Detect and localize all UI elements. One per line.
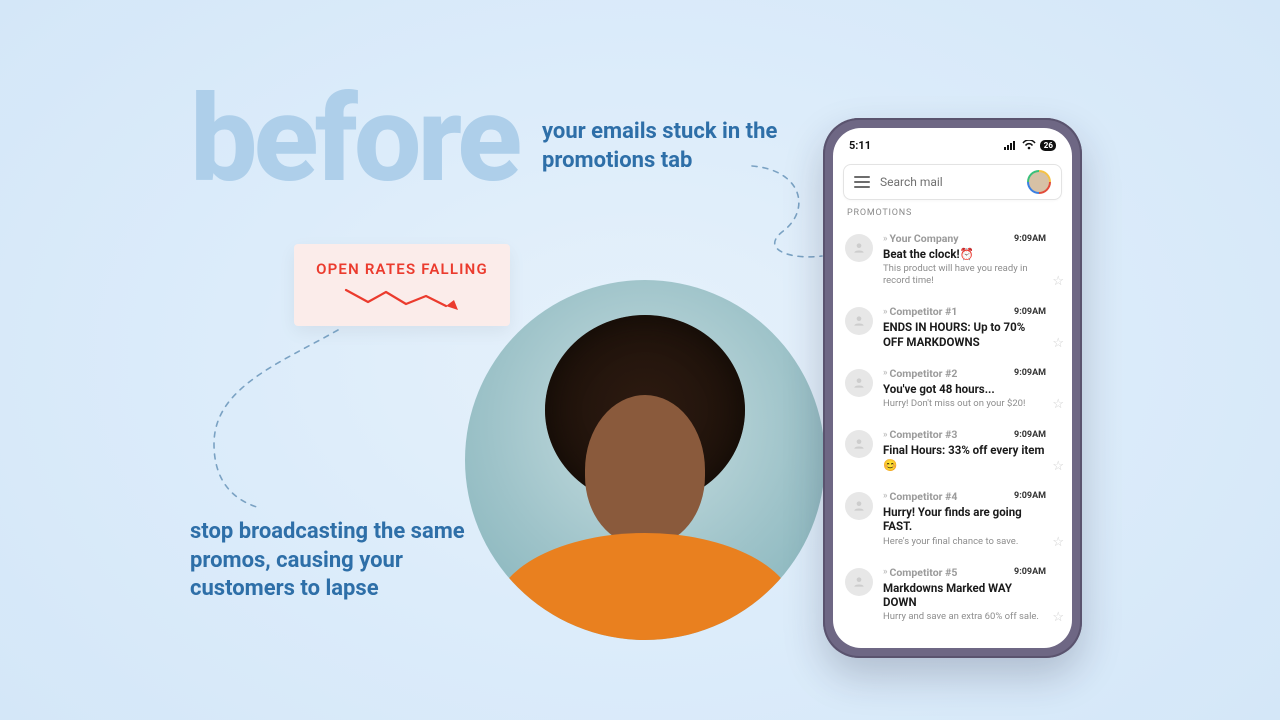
status-time: 5:11 — [849, 139, 871, 152]
mail-sender: »Competitor #2 — [883, 367, 957, 380]
falling-arrow-icon — [342, 284, 462, 310]
marketing-before-slide: before your emails stuck in the promotio… — [0, 0, 1280, 720]
mail-preview: Hurry and save an extra 60% off sale. — [883, 611, 1046, 623]
phone-statusbar: 5:11 26 — [833, 128, 1072, 160]
mail-preview: Here's your final chance to save. — [883, 536, 1046, 548]
chevron-right-icon: » — [883, 368, 886, 378]
mail-time: 9:09AM — [1014, 234, 1046, 244]
star-icon[interactable]: ☆ — [1052, 535, 1064, 550]
sender-avatar — [845, 234, 873, 262]
mail-time: 9:09AM — [1014, 491, 1046, 501]
hamburger-icon[interactable] — [854, 176, 870, 188]
mail-list: »Your Company 9:09AM Beat the clock!⏰ Th… — [833, 224, 1072, 648]
mail-sender: »Competitor #4 — [883, 490, 957, 503]
star-icon[interactable]: ☆ — [1052, 610, 1064, 625]
mail-sender: »Competitor #1 — [883, 305, 957, 318]
star-icon[interactable]: ☆ — [1052, 336, 1064, 351]
mail-sender: »Competitor #5 — [883, 566, 957, 579]
promotions-tab-label: PROMOTIONS — [833, 208, 1072, 224]
mail-sender: »Competitor #3 — [883, 428, 957, 441]
mail-item[interactable]: »Competitor #2 9:09AM You've got 48 hour… — [833, 359, 1072, 420]
wifi-icon — [1022, 140, 1036, 150]
headline-before: before — [190, 70, 518, 210]
mail-time: 9:09AM — [1014, 307, 1046, 317]
mail-item[interactable]: »Competitor #3 9:09AM Final Hours: 33% o… — [833, 420, 1072, 482]
mail-subject: Final Hours: 33% off every item 😊 — [883, 443, 1046, 472]
frustrated-customer-photo — [465, 280, 825, 640]
open-rates-label: OPEN RATES FALLING — [316, 260, 488, 278]
open-rates-badge: OPEN RATES FALLING — [294, 244, 510, 326]
sender-avatar — [845, 568, 873, 596]
mail-preview: This product will have you ready in reco… — [883, 263, 1046, 287]
sender-avatar — [845, 307, 873, 335]
caption-bottom: stop broadcasting the same promos, causi… — [190, 518, 490, 604]
mail-time: 9:09AM — [1014, 430, 1046, 440]
caption-top: your emails stuck in the promotions tab — [542, 118, 812, 175]
sender-avatar — [845, 369, 873, 397]
mail-item[interactable]: »Competitor #4 9:09AM Hurry! Your finds … — [833, 482, 1072, 558]
mail-item[interactable]: »Competitor #5 9:09AM Markdowns Marked W… — [833, 558, 1072, 634]
chevron-right-icon: » — [883, 567, 886, 577]
chevron-right-icon: » — [883, 307, 886, 317]
mail-time: 9:09AM — [1014, 567, 1046, 577]
mail-item[interactable]: »Your Company 9:09AM Beat the clock!⏰ Th… — [833, 224, 1072, 297]
connector-left — [188, 324, 398, 524]
phone-mockup: 5:11 26 Search mail PROMOTIONS — [823, 118, 1082, 658]
mail-subject: Beat the clock!⏰ — [883, 247, 1046, 261]
mail-subject: You've got 48 hours... — [883, 382, 1046, 396]
mail-subject: Markdowns Marked WAY DOWN — [883, 581, 1046, 610]
sender-avatar — [845, 492, 873, 520]
mail-time: 9:09AM — [1014, 368, 1046, 378]
mail-subject: ENDS IN HOURS: Up to 70% OFF MARKDOWNS — [883, 320, 1046, 349]
phone-screen: 5:11 26 Search mail PROMOTIONS — [833, 128, 1072, 648]
sender-avatar — [845, 430, 873, 458]
signal-icon — [1004, 140, 1018, 150]
profile-avatar[interactable] — [1027, 170, 1051, 194]
mail-sender: »Your Company — [883, 232, 959, 245]
mail-search-bar[interactable]: Search mail — [843, 164, 1062, 200]
battery-level: 26 — [1044, 141, 1053, 150]
chevron-right-icon: » — [883, 491, 886, 501]
battery-icon: 26 — [1040, 140, 1056, 151]
mail-item[interactable]: »Competitor #1 9:09AM ENDS IN HOURS: Up … — [833, 297, 1072, 359]
chevron-right-icon: » — [883, 430, 886, 440]
star-icon[interactable]: ☆ — [1052, 397, 1064, 412]
mail-preview: Hurry! Don't miss out on your $20! — [883, 398, 1046, 410]
star-icon[interactable]: ☆ — [1052, 459, 1064, 474]
star-icon[interactable]: ☆ — [1052, 274, 1064, 289]
chevron-right-icon: » — [883, 234, 886, 244]
search-placeholder: Search mail — [880, 175, 1017, 189]
mail-subject: Hurry! Your finds are going FAST. — [883, 505, 1046, 534]
